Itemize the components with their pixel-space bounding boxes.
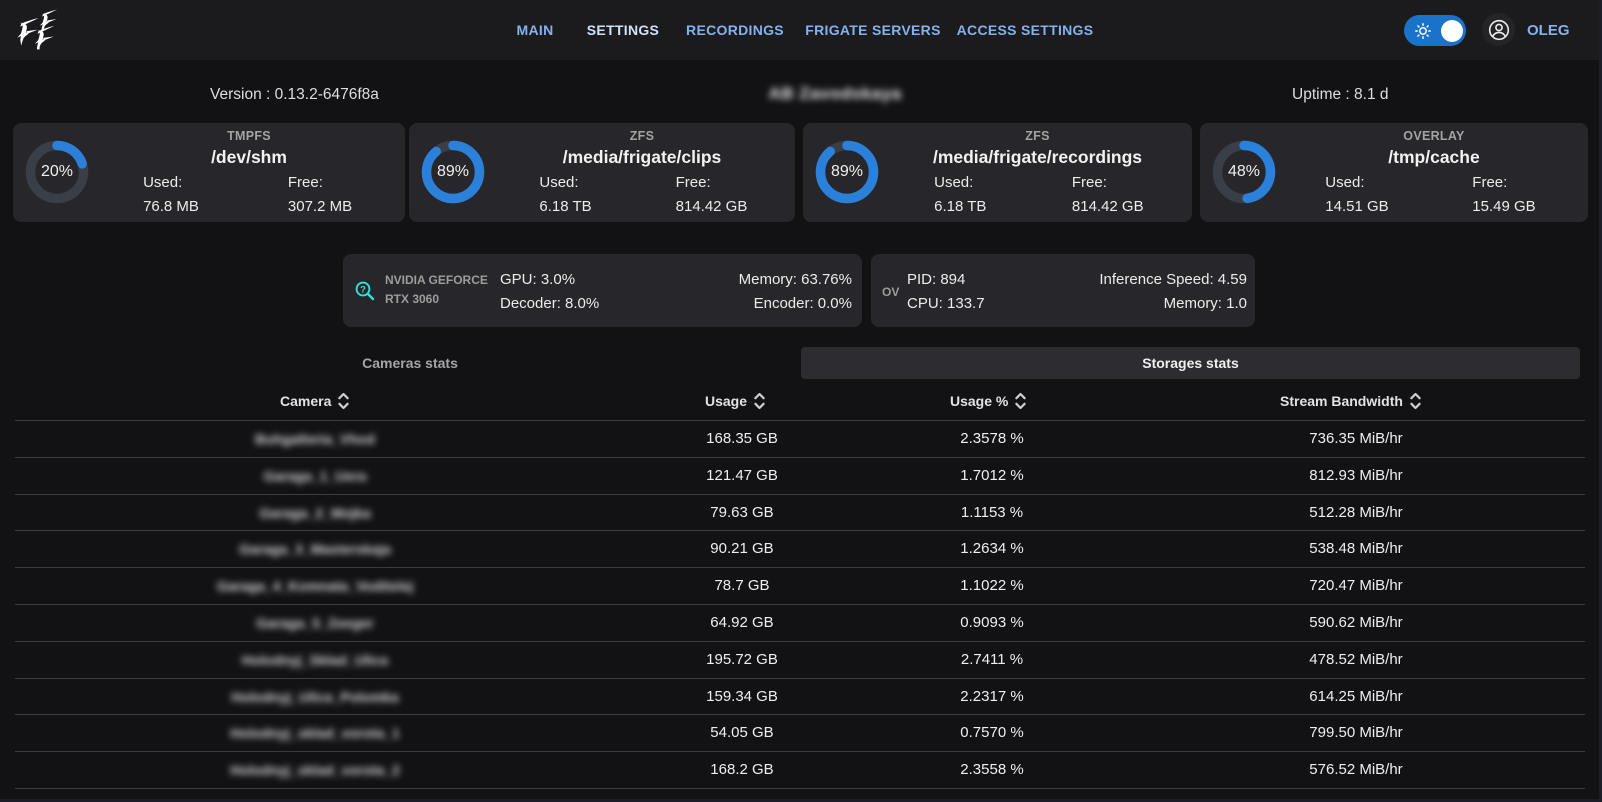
svg-text:?: ? [360,285,366,296]
